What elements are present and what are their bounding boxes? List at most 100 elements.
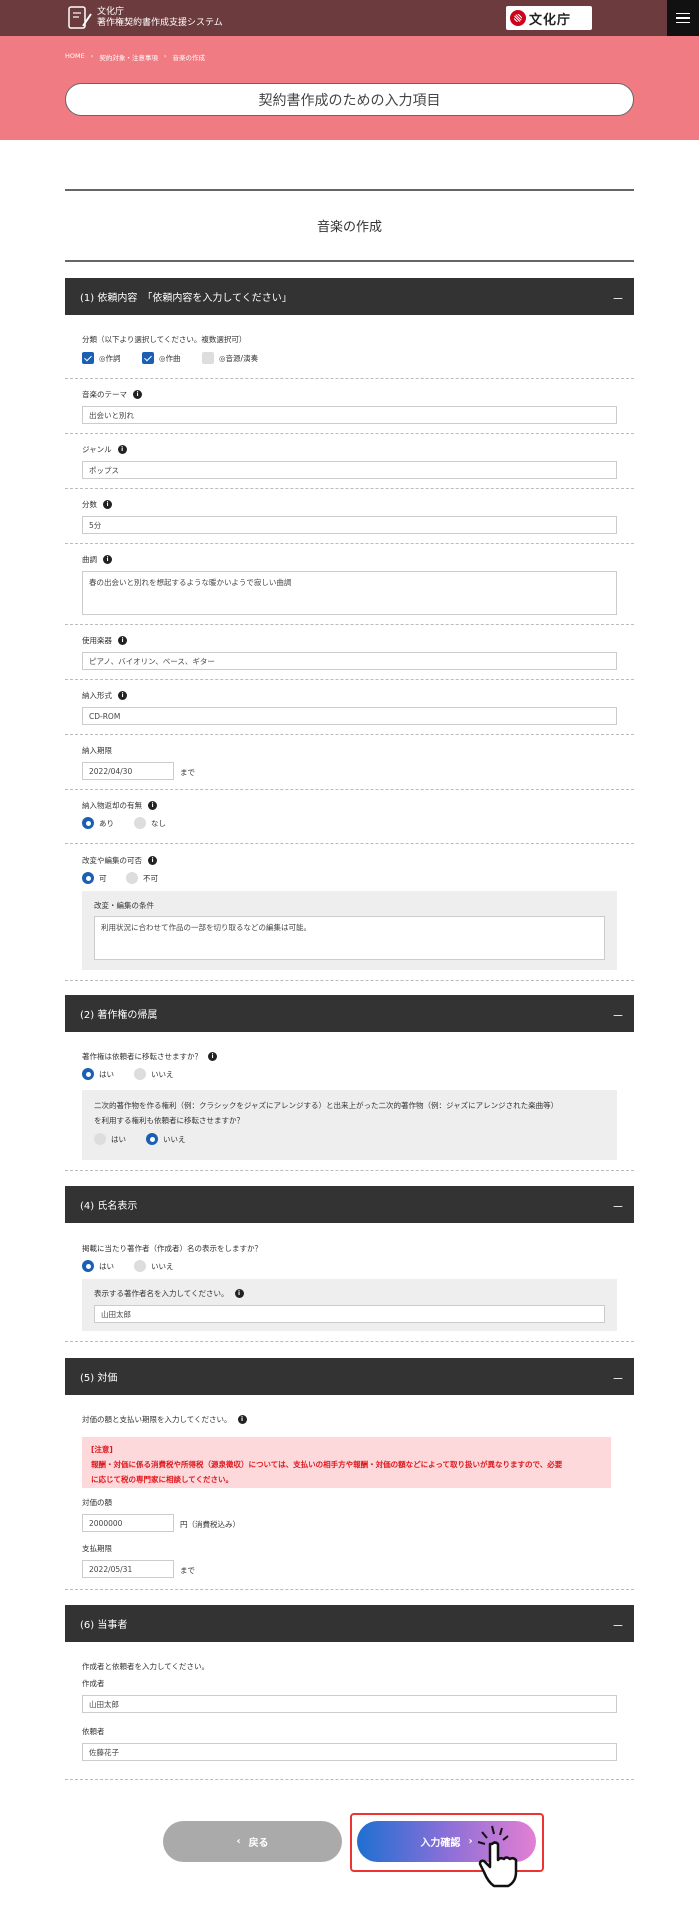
theme-input[interactable]: 出会いと別れ xyxy=(82,406,617,424)
info-icon[interactable]: i xyxy=(118,691,127,700)
category-label: 分類（以下より選択してください。複数選択可） xyxy=(82,335,247,344)
radio-label: はい xyxy=(99,1069,114,1079)
collapse-icon[interactable]: － xyxy=(612,290,624,307)
checkbox-label: ◎作詞 xyxy=(99,353,121,363)
radio-derivative-no[interactable]: いいえ xyxy=(146,1133,186,1145)
checkbox-checked-icon[interactable] xyxy=(142,352,154,364)
amount-label: 対価の額 xyxy=(82,1498,112,1507)
collapse-icon[interactable]: － xyxy=(612,1198,624,1215)
radio-return-yes[interactable]: あり xyxy=(82,817,114,829)
payment-deadline-suffix: まで xyxy=(180,1566,195,1575)
radio-name-no[interactable]: いいえ xyxy=(134,1260,174,1272)
radio-transfer-yes[interactable]: はい xyxy=(82,1068,114,1080)
breadcrumb-contract[interactable]: 契約対象・注意事項 xyxy=(99,52,158,62)
radio-modify-no[interactable]: 不可 xyxy=(126,872,158,884)
info-icon[interactable]: i xyxy=(148,801,157,810)
return-label: 納入物返却の有無 i xyxy=(82,800,157,811)
payment-deadline-label: 支払期限 xyxy=(82,1544,112,1553)
divider xyxy=(65,980,634,981)
creator-input[interactable]: 山田太郎 xyxy=(82,1695,617,1713)
radio-label: 可 xyxy=(99,873,107,883)
radio-label: 不可 xyxy=(143,873,158,883)
radio-return-no[interactable]: なし xyxy=(134,817,166,829)
divider xyxy=(65,1779,634,1780)
format-input[interactable]: CD-ROM xyxy=(82,707,617,725)
checkbox-unchecked-icon[interactable] xyxy=(202,352,214,364)
radio-selected-icon[interactable] xyxy=(82,1260,94,1272)
collapse-icon[interactable]: － xyxy=(612,1370,624,1387)
back-button[interactable]: ‹ 戻る xyxy=(163,1821,342,1862)
collapse-icon[interactable]: － xyxy=(612,1617,624,1634)
radio-name-yes[interactable]: はい xyxy=(82,1260,114,1272)
section-header-payment[interactable]: (5) 対価 － xyxy=(65,1358,634,1395)
instruments-input[interactable]: ピアノ、バイオリン、ベース、ギター xyxy=(82,652,617,670)
section-header-copyright[interactable]: (2) 著作権の帰属 － xyxy=(65,995,634,1032)
radio-unselected-icon[interactable] xyxy=(134,1068,146,1080)
length-input[interactable]: 5分 xyxy=(82,516,617,534)
site-logo[interactable]: 文化庁 著作権契約書作成支援システム xyxy=(65,4,223,32)
breadcrumb-home[interactable]: HOME xyxy=(65,52,85,62)
radio-selected-icon[interactable] xyxy=(82,872,94,884)
client-input[interactable]: 佐藤花子 xyxy=(82,1743,617,1761)
divider xyxy=(65,543,634,544)
collapse-icon[interactable]: － xyxy=(612,1007,624,1024)
checkbox-audio[interactable]: ◎音源/演奏 xyxy=(202,352,258,364)
warning-title: [注意] xyxy=(91,1445,113,1454)
info-icon[interactable]: i xyxy=(208,1052,217,1061)
radio-unselected-icon[interactable] xyxy=(126,872,138,884)
radio-selected-icon[interactable] xyxy=(82,1068,94,1080)
info-icon[interactable]: i xyxy=(118,636,127,645)
info-icon[interactable]: i xyxy=(148,856,157,865)
name-display-question: 掲載に当たり著作者（作成者）名の表示をしますか？ xyxy=(82,1244,262,1253)
checkbox-label: ◎作曲 xyxy=(159,353,181,363)
deadline-suffix: まで xyxy=(180,768,195,777)
radio-label: いいえ xyxy=(151,1069,174,1079)
section-header-request[interactable]: (1) 依頼内容 「依頼内容を入力してください」 － xyxy=(65,278,634,315)
radio-unselected-icon[interactable] xyxy=(134,817,146,829)
info-icon[interactable]: i xyxy=(103,500,112,509)
radio-selected-icon[interactable] xyxy=(82,817,94,829)
genre-input[interactable]: ポップス xyxy=(82,461,617,479)
info-icon[interactable]: i xyxy=(234,1289,244,1298)
radio-unselected-icon[interactable] xyxy=(94,1133,106,1145)
info-icon[interactable]: i xyxy=(103,555,112,564)
checkbox-lyrics[interactable]: ◎作詞 xyxy=(82,352,121,364)
info-icon[interactable]: i xyxy=(133,390,142,399)
page-title: 契約書作成のための入力項目 xyxy=(65,83,634,116)
chevron-right-icon: › xyxy=(90,52,94,60)
payment-deadline-input[interactable]: 2022/05/31 xyxy=(82,1560,174,1578)
radio-label: いいえ xyxy=(163,1134,186,1144)
radio-transfer-no[interactable]: いいえ xyxy=(134,1068,174,1080)
author-name-input[interactable]: 山田太郎 xyxy=(94,1305,605,1323)
section-header-parties[interactable]: (6) 当事者 － xyxy=(65,1605,634,1642)
agency-emblem-icon xyxy=(510,10,526,26)
deadline-input[interactable]: 2022/04/30 xyxy=(82,762,174,780)
checkbox-composition[interactable]: ◎作曲 xyxy=(142,352,181,364)
divider xyxy=(65,1341,634,1342)
info-icon[interactable]: i xyxy=(237,1415,247,1424)
checkbox-checked-icon[interactable] xyxy=(82,352,94,364)
radio-derivative-yes[interactable]: はい xyxy=(94,1133,126,1145)
tone-textarea[interactable]: 春の出会いと別れを想起するような暖かいようで寂しい曲調 xyxy=(82,571,617,615)
section-header-title: (1) 依頼内容 「依頼内容を入力してください」 xyxy=(80,293,292,304)
tax-warning: [注意] 報酬・対価に係る消費税や所得税（源泉徴収）については、支払いの相手方や… xyxy=(82,1437,611,1488)
radio-selected-icon[interactable] xyxy=(146,1133,158,1145)
amount-input[interactable]: 2000000 xyxy=(82,1514,174,1532)
modify-label: 改変や編集の可否 i xyxy=(82,855,157,866)
modify-condition-textarea[interactable]: 利用状況に合わせて作品の一部を切り取るなどの編集は可能。 xyxy=(94,916,605,960)
info-icon[interactable]: i xyxy=(117,445,127,454)
divider xyxy=(65,433,634,434)
radio-label: はい xyxy=(111,1134,126,1144)
hamburger-icon[interactable] xyxy=(667,0,699,36)
radio-modify-yes[interactable]: 可 xyxy=(82,872,107,884)
radio-unselected-icon[interactable] xyxy=(134,1260,146,1272)
tone-label: 曲調 i xyxy=(82,554,112,565)
section-header-name-display[interactable]: (4) 氏名表示 － xyxy=(65,1186,634,1223)
radio-label: はい xyxy=(99,1261,114,1271)
chevron-right-icon: › xyxy=(163,52,167,60)
client-label: 依頼者 xyxy=(82,1727,105,1736)
agency-badge[interactable]: 文化庁 xyxy=(506,6,592,30)
instruments-label: 使用楽器 i xyxy=(82,635,127,646)
warning-line1: 報酬・対価に係る消費税や所得税（源泉徴収）については、支払いの相手方や報酬・対価… xyxy=(91,1460,563,1469)
genre-label: ジャンル i xyxy=(82,444,127,455)
